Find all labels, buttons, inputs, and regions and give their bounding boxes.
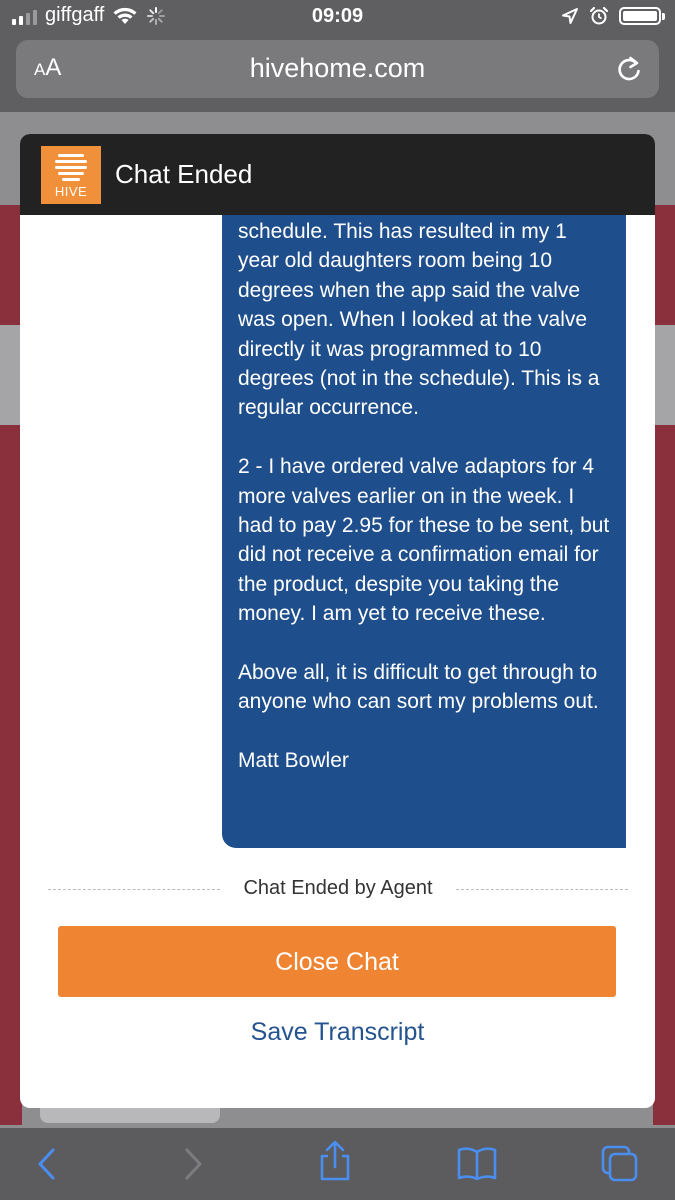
hive-logo: HIVE bbox=[41, 146, 101, 204]
chat-window: HIVE Chat Ended schedule. This has resul… bbox=[20, 134, 655, 1108]
message-signature: Matt Bowler bbox=[238, 749, 349, 773]
hive-logo-icon bbox=[55, 154, 87, 184]
browser-toolbar bbox=[0, 1128, 675, 1200]
browser-chrome: giffgaff 09:09 AA hivehome.com bbox=[0, 0, 675, 112]
customer-message-bubble: schedule. This has resulted in my 1 year… bbox=[222, 215, 626, 848]
hive-logo-text: HIVE bbox=[54, 184, 88, 199]
reload-icon[interactable] bbox=[615, 54, 643, 84]
divider-line-right bbox=[456, 889, 628, 890]
chat-ended-divider: Chat Ended by Agent bbox=[48, 875, 628, 905]
chat-header: HIVE Chat Ended bbox=[20, 134, 655, 215]
url-text[interactable]: hivehome.com bbox=[16, 53, 659, 84]
close-chat-button[interactable]: Close Chat bbox=[58, 926, 616, 997]
tabs-icon[interactable] bbox=[600, 1144, 640, 1184]
chat-title: Chat Ended bbox=[115, 159, 253, 189]
message-paragraph: 2 - I have ordered valve adaptors for 4 … bbox=[238, 455, 610, 626]
share-icon[interactable] bbox=[315, 1140, 355, 1182]
forward-icon[interactable] bbox=[180, 1146, 206, 1182]
alarm-icon bbox=[589, 6, 609, 25]
back-icon[interactable] bbox=[34, 1146, 60, 1182]
status-bar: giffgaff 09:09 bbox=[0, 0, 675, 36]
bookmarks-icon[interactable] bbox=[456, 1146, 498, 1182]
save-transcript-link[interactable]: Save Transcript bbox=[20, 1018, 655, 1047]
message-paragraph: Above all, it is difficult to get throug… bbox=[238, 661, 599, 714]
location-arrow-icon bbox=[562, 8, 578, 24]
background-strip-left bbox=[0, 325, 22, 425]
url-bar[interactable]: AA hivehome.com bbox=[16, 40, 659, 98]
status-bar-right bbox=[561, 6, 665, 26]
background-strip-right bbox=[653, 325, 675, 425]
message-paragraph: schedule. This has resulted in my 1 year… bbox=[238, 220, 600, 420]
battery-icon bbox=[619, 7, 665, 25]
